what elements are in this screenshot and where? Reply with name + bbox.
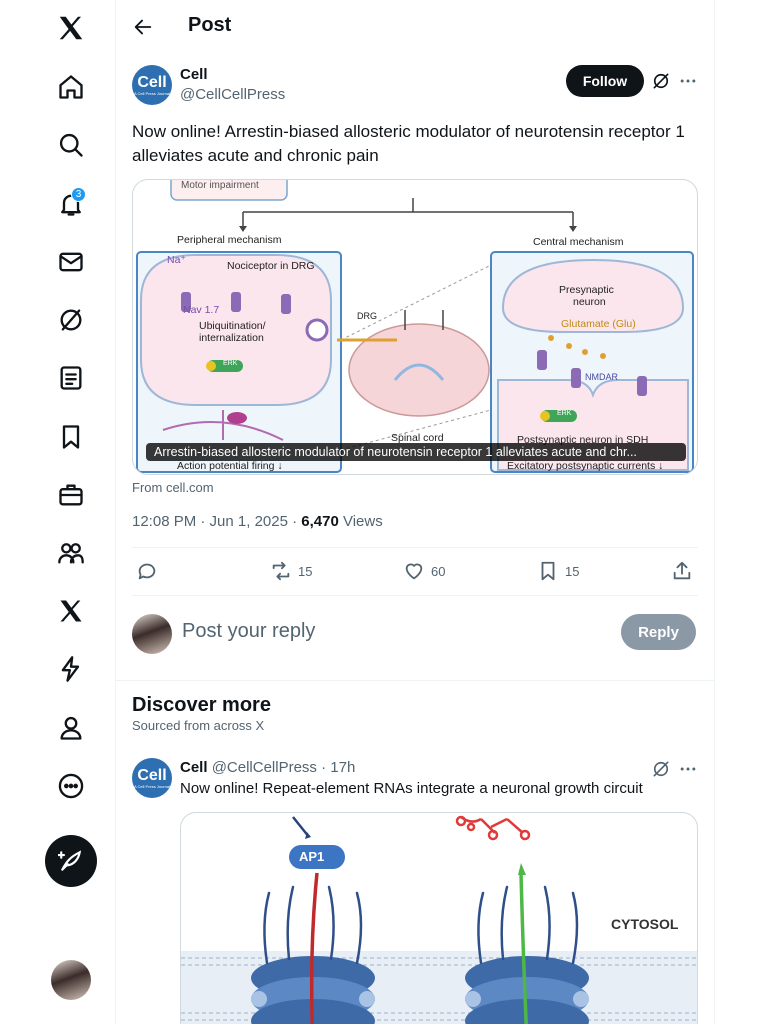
grok-explain-icon[interactable] — [651, 71, 671, 91]
fig-label-erk-left: ERK — [223, 360, 238, 367]
lists-icon[interactable] — [55, 362, 87, 394]
heart-icon — [405, 563, 423, 580]
reply-icon — [138, 563, 156, 580]
more-icon[interactable] — [55, 770, 87, 802]
fig-label-presynaptic: Presynaptic — [559, 284, 614, 296]
retweet-action[interactable]: 15 — [270, 560, 312, 582]
link-source[interactable]: From cell.com — [132, 480, 214, 495]
share-icon — [673, 561, 691, 580]
account-avatar[interactable] — [51, 960, 91, 1000]
fig-label-nmdar: NMDAR — [585, 372, 618, 382]
views-label: Views — [338, 513, 383, 530]
views-count: 6,470 — [301, 513, 339, 530]
compose-feather-icon — [58, 850, 82, 871]
notifications-badge: 3 — [71, 187, 86, 202]
discover-author-name[interactable]: Cell — [180, 759, 208, 776]
fig-label-nociceptor: Nociceptor in DRG — [227, 260, 315, 272]
fig-label-neuron: neuron — [573, 296, 606, 308]
follow-button[interactable]: Follow — [566, 65, 644, 97]
discover-post-header: Cell @CellCellPress · 17h — [180, 759, 355, 776]
discover-post-text: Now online! Repeat-element RNAs integrat… — [180, 780, 643, 797]
image-caption: Arrestin-biased allosteric modulator of … — [146, 443, 686, 461]
avatar-subtext: A Cell Press Journal — [133, 90, 170, 96]
x-logo-icon[interactable] — [55, 12, 87, 44]
compose-post-button[interactable] — [45, 835, 97, 887]
author-handle[interactable]: @CellCellPress — [180, 86, 285, 103]
discover-post-image[interactable]: AP1 CYTOSOL — [180, 812, 698, 1024]
fig-label-na: Na⁺ — [167, 254, 186, 266]
communities-icon[interactable] — [55, 537, 87, 569]
page-title: Post — [188, 14, 232, 36]
fig-label-central: Central mechanism — [533, 236, 624, 248]
discover-grok-icon[interactable] — [651, 759, 671, 779]
divider — [116, 680, 714, 681]
messages-icon[interactable] — [55, 246, 87, 278]
divider — [132, 547, 698, 548]
jobs-briefcase-icon[interactable] — [55, 479, 87, 511]
divider — [132, 595, 698, 596]
fig-label-peripheral: Peripheral mechanism — [177, 234, 282, 246]
fig-label-ap1: AP1 — [299, 849, 325, 864]
home-icon[interactable] — [55, 71, 87, 103]
more-options-icon[interactable] — [678, 71, 698, 91]
discover-subtitle: Sourced from across X — [132, 718, 265, 733]
share-action[interactable] — [671, 560, 693, 582]
fig-label-drg: DRG — [357, 311, 377, 321]
like-action[interactable]: 60 — [403, 560, 445, 582]
back-arrow-icon[interactable] — [132, 16, 154, 38]
fig-label-top: Motor impairment — [181, 180, 259, 191]
post-meta: 12:08 PM · Jun 1, 2025 · 6,470 Views — [132, 513, 383, 530]
verified-orgs-lightning-icon[interactable] — [55, 653, 87, 685]
reply-input[interactable]: Post your reply — [182, 620, 315, 643]
right-divider — [714, 0, 715, 1024]
fig-label-erk-right: ERK — [557, 410, 572, 417]
bookmarks-icon[interactable] — [55, 421, 87, 453]
discover-author-handle[interactable]: @CellCellPress — [212, 759, 317, 776]
fig-label-internalization: internalization — [199, 332, 264, 344]
post-text: Now online! Arrestin-biased allosteric m… — [132, 122, 685, 165]
avatar-text: Cell — [137, 73, 167, 91]
premium-x-icon[interactable] — [55, 595, 87, 627]
post-timestamp[interactable]: 12:08 PM · Jun 1, 2025 · — [132, 513, 301, 530]
author-avatar[interactable]: Cell A Cell Press Journal — [132, 65, 172, 105]
bookmark-action[interactable]: 15 — [537, 560, 579, 582]
bookmark-icon — [541, 561, 555, 581]
search-icon[interactable] — [55, 129, 87, 161]
fig-label-cytosol: CYTOSOL — [611, 916, 679, 932]
reply-action[interactable] — [136, 560, 158, 582]
discover-author-avatar[interactable]: Cell A Cell Press Journal — [132, 758, 172, 798]
retweet-icon — [272, 561, 290, 581]
fig-label-glutamate: Glutamate (Glu) — [561, 318, 636, 330]
profile-icon[interactable] — [55, 712, 87, 744]
discover-title: Discover more — [132, 694, 271, 716]
fig-label-nav: Nav 1.7 — [183, 304, 220, 316]
left-divider — [115, 0, 116, 1024]
fig-label-ubiquitination: Ubiquitination/ — [199, 320, 266, 332]
avatar-subtext: A Cell Press Journal — [133, 783, 170, 789]
retweet-count: 15 — [298, 563, 313, 579]
fig-label-epsc: Excitatory postsynaptic currents ↓ — [507, 460, 664, 472]
discover-post-time[interactable]: · 17h — [317, 759, 355, 776]
post-image[interactable]: Motor impairment Peripheral mechanism Ce… — [132, 179, 698, 475]
author-name[interactable]: Cell — [180, 66, 208, 83]
discover-more-options-icon[interactable] — [678, 759, 698, 779]
avatar-text: Cell — [137, 766, 167, 784]
reply-avatar — [132, 614, 172, 654]
bookmark-count: 15 — [565, 563, 580, 579]
like-count: 60 — [431, 563, 446, 579]
grok-icon[interactable] — [55, 304, 87, 336]
reply-button[interactable]: Reply — [621, 614, 696, 650]
fig-label-ap-firing: Action potential firing ↓ — [177, 460, 283, 472]
